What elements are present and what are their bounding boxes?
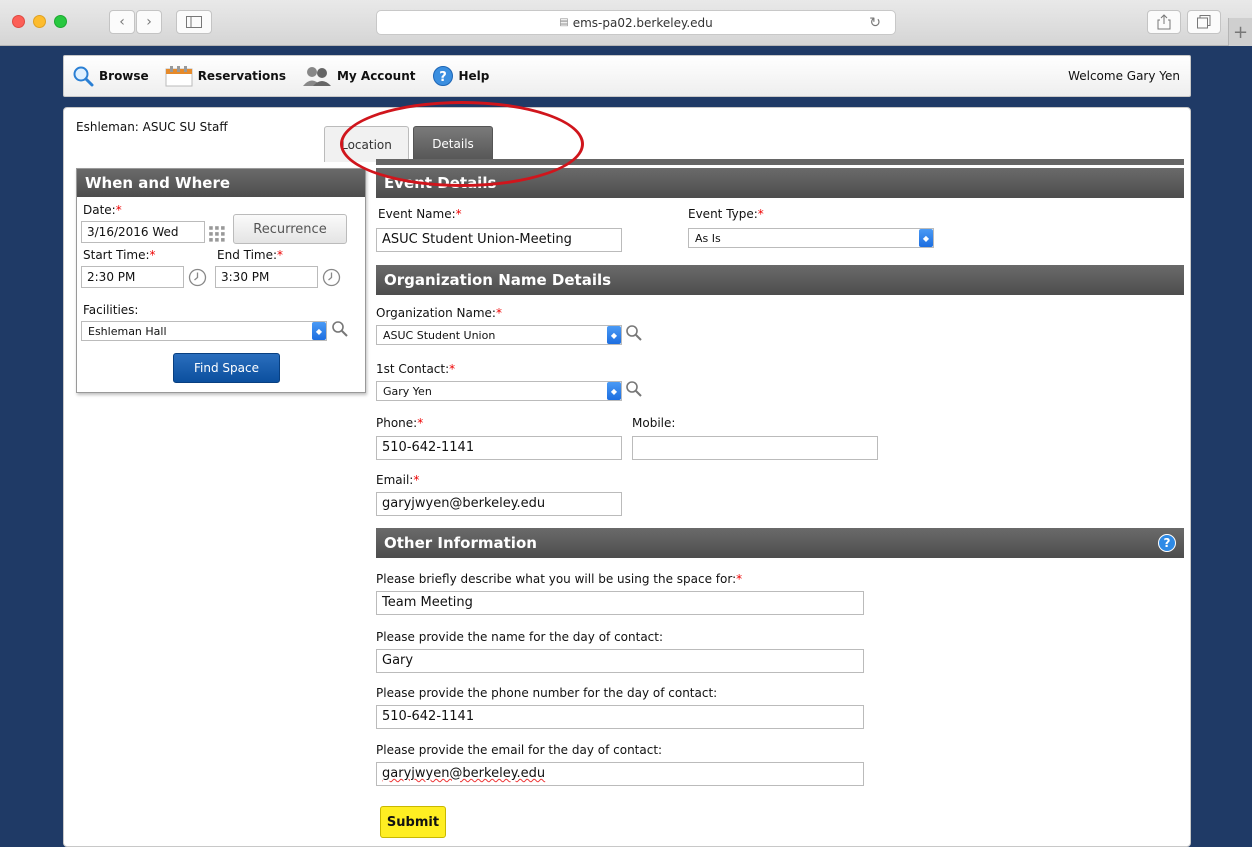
event-type-value: As Is (695, 232, 721, 245)
nav-reservations[interactable]: Reservations (165, 65, 286, 87)
clock-icon[interactable] (188, 268, 207, 287)
search-icon[interactable] (331, 320, 349, 338)
tab-details[interactable]: Details (413, 126, 493, 162)
chevron-right-icon: › (146, 14, 152, 30)
event-type-label: Event Type:* (688, 207, 764, 221)
context-title: Eshleman: ASUC SU Staff (76, 120, 228, 134)
day-contact-phone-label: Please provide the phone number for the … (376, 686, 718, 700)
organization-header: Organization Name Details (376, 265, 1184, 295)
phone-label: Phone:* (376, 416, 424, 430)
organization-name-label: Organization Name:* (376, 306, 502, 320)
start-time-label: Start Time:* (83, 248, 156, 262)
sidebar-toggle-button[interactable] (176, 10, 212, 34)
usage-description-input[interactable]: Team Meeting (376, 591, 864, 615)
first-contact-value: Gary Yen (383, 385, 432, 398)
welcome-text: Welcome Gary Yen (1068, 69, 1180, 83)
nav-reservations-label: Reservations (197, 69, 286, 83)
day-contact-name-input[interactable]: Gary (376, 649, 864, 673)
reload-icon[interactable]: ↻ (869, 15, 881, 31)
date-label: Date:* (83, 203, 122, 217)
search-icon[interactable] (625, 380, 643, 398)
event-type-select[interactable]: As Is ◆ (688, 228, 934, 248)
tab-location[interactable]: Location (324, 126, 409, 162)
zoom-window-button[interactable] (54, 15, 67, 28)
end-time-label: End Time:* (217, 248, 284, 262)
sidebar-icon (186, 16, 202, 28)
organization-title: Organization Name Details (376, 265, 1184, 295)
tabs-overview-button[interactable] (1187, 10, 1221, 34)
email-label: Email:* (376, 473, 420, 487)
start-time-input[interactable]: 2:30 PM (81, 266, 184, 288)
help-icon: ? (432, 65, 454, 87)
facilities-label: Facilities: (83, 303, 139, 317)
back-button[interactable]: ‹ (109, 10, 135, 34)
nav-browse-label: Browse (99, 69, 149, 83)
day-contact-email-label: Please provide the email for the day of … (376, 743, 663, 757)
nav-browse[interactable]: Browse (72, 65, 149, 87)
calendar-grid-icon[interactable] (208, 225, 227, 244)
browser-toolbar: ‹ › ▤ ems-pa02.berkeley.edu ↻ + (0, 0, 1252, 46)
calendar-icon (165, 65, 193, 87)
event-name-label: Event Name:* (378, 207, 462, 221)
date-input[interactable]: 3/16/2016 Wed (81, 221, 205, 243)
tab-strip-underline (376, 159, 1184, 165)
minimize-window-button[interactable] (33, 15, 46, 28)
nav-my-account[interactable]: My Account (302, 65, 416, 87)
nav-help[interactable]: ? Help (432, 65, 490, 87)
select-arrows-icon: ◆ (607, 326, 621, 344)
other-information-title: Other Information (376, 528, 1184, 558)
select-arrows-icon: ◆ (607, 382, 621, 400)
find-space-button[interactable]: Find Space (173, 353, 280, 383)
chevron-left-icon: ‹ (119, 14, 125, 30)
first-contact-label: 1st Contact:* (376, 362, 456, 376)
nav-my-account-label: My Account (336, 69, 416, 83)
day-contact-email-value: garyjwyen@berkeley.edu (382, 766, 546, 781)
day-contact-phone-input[interactable]: 510-642-1141 (376, 705, 864, 729)
share-button[interactable] (1147, 10, 1181, 34)
main-panel: Eshleman: ASUC SU Staff When and Where D… (63, 107, 1191, 847)
address-bar[interactable]: ▤ ems-pa02.berkeley.edu ↻ (376, 10, 896, 35)
when-where-title: When and Where (77, 169, 365, 197)
recurrence-button[interactable]: Recurrence (233, 214, 347, 244)
mobile-input[interactable] (632, 436, 878, 460)
organization-select[interactable]: ASUC Student Union ◆ (376, 325, 622, 345)
phone-input[interactable]: 510-642-1141 (376, 436, 622, 460)
end-time-input[interactable]: 3:30 PM (215, 266, 318, 288)
email-input[interactable]: garyjwyen@berkeley.edu (376, 492, 622, 516)
organization-value: ASUC Student Union (383, 329, 496, 342)
help-icon[interactable]: ? (1158, 534, 1176, 552)
facilities-select[interactable]: Eshleman Hall ◆ (81, 321, 327, 341)
select-arrows-icon: ◆ (312, 322, 326, 340)
event-name-input[interactable]: ASUC Student Union-Meeting (376, 228, 622, 252)
magnifier-icon (72, 65, 94, 87)
nav-help-label: Help (458, 69, 490, 83)
svg-text:?: ? (439, 70, 447, 85)
lock-icon: ▤ (559, 17, 569, 28)
search-icon[interactable] (625, 324, 643, 342)
new-tab-button[interactable]: + (1228, 18, 1252, 46)
submit-button[interactable]: Submit (380, 806, 446, 838)
usage-description-label: Please briefly describe what you will be… (376, 572, 743, 586)
facilities-value: Eshleman Hall (88, 325, 167, 338)
first-contact-select[interactable]: Gary Yen ◆ (376, 381, 622, 401)
close-window-button[interactable] (12, 15, 25, 28)
app-nav-bar: Browse Reservations My Account ? Help We… (63, 55, 1191, 97)
other-information-header: Other Information ? (376, 528, 1184, 558)
url-text: ems-pa02.berkeley.edu (572, 15, 713, 30)
select-arrows-icon: ◆ (919, 229, 933, 247)
forward-button[interactable]: › (136, 10, 162, 34)
users-icon (302, 65, 332, 87)
plus-icon: + (1232, 21, 1249, 43)
event-details-title: Event Details (376, 168, 1184, 198)
day-contact-name-label: Please provide the name for the day of c… (376, 630, 664, 644)
share-icon (1157, 14, 1171, 30)
mobile-label: Mobile: (632, 416, 676, 430)
clock-icon[interactable] (322, 268, 341, 287)
event-details-header: Event Details (376, 168, 1184, 198)
tabs-icon (1197, 15, 1211, 29)
day-contact-email-input[interactable]: garyjwyen@berkeley.edu (376, 762, 864, 786)
